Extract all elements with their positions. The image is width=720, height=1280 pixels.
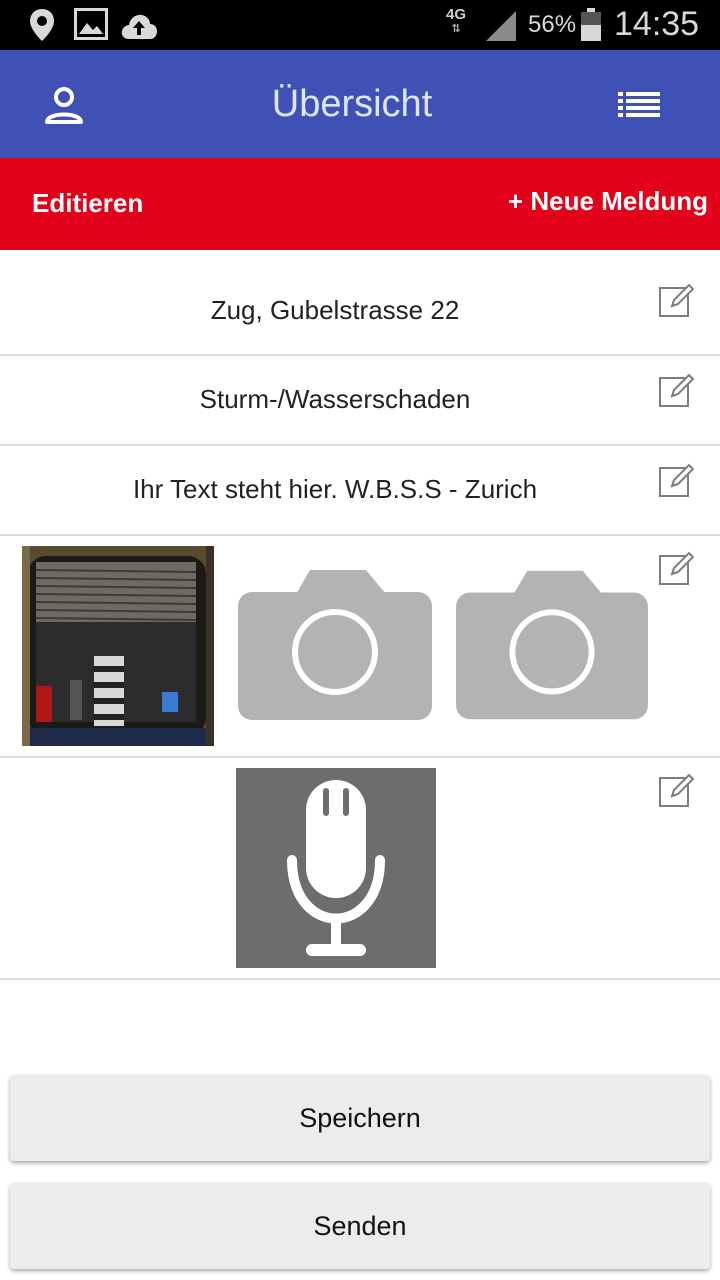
new-report-button[interactable]: + Neue Meldung [508,186,708,217]
clock: 14:35 [614,5,700,43]
network-indicator: 4G ⇅ [446,6,467,35]
save-button[interactable]: Speichern [10,1075,710,1161]
description-text: Ihr Text steht hier. W.B.S.S - Zurich [132,474,538,504]
page-title: Übersicht [271,83,433,125]
app-bar: Übersicht [0,50,720,158]
image-icon [74,8,108,40]
send-button[interactable]: Senden [10,1183,710,1269]
action-bar: Editieren + Neue Meldung [0,158,720,250]
battery-icon [581,8,601,41]
edit-button[interactable]: Editieren [32,188,143,219]
edit-icon[interactable] [658,282,694,318]
microphone-icon [287,780,385,956]
edit-icon[interactable] [658,550,694,586]
edit-icon[interactable] [658,462,694,498]
edit-icon[interactable] [658,372,694,408]
battery-percent: 56% [528,11,577,38]
cloud-upload-icon [121,14,157,39]
category-row[interactable]: Sturm-/Wasserschaden [0,356,720,446]
camera-icon[interactable] [238,568,432,720]
photo-thumbnail[interactable] [22,546,214,746]
audio-recording[interactable] [236,768,436,968]
location-row[interactable]: Zug, Gubelstrasse 22 [0,250,720,356]
description-row[interactable]: Ihr Text steht hier. W.B.S.S - Zurich [0,446,720,536]
location-text: Zug, Gubelstrasse 22 [210,295,460,325]
camera-icon[interactable] [456,568,648,720]
list-icon[interactable] [618,92,660,118]
category-text: Sturm-/Wasserschaden [199,384,471,414]
signal-icon [486,11,516,41]
status-bar: 4G ⇅ 56% 14:35 [0,0,720,50]
location-pin-icon [30,9,54,41]
edit-icon[interactable] [658,772,694,808]
